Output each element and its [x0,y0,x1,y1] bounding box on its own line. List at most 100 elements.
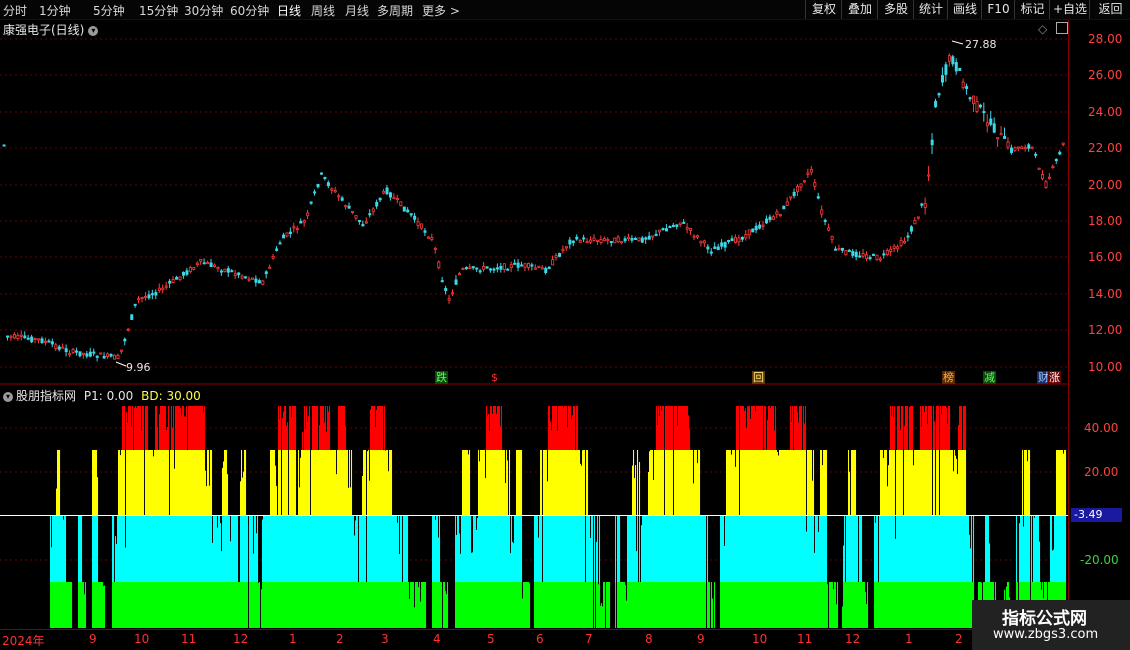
date-label: 5 [487,632,495,646]
signal-marker[interactable]: 跌 [435,371,448,384]
indicator-bar [822,465,824,515]
candle-body [771,216,775,220]
candlestick-series[interactable] [2,53,1065,362]
indicator-bar [584,515,586,582]
indicator-bar [707,582,709,628]
indicator-bar [1028,515,1030,582]
indicator-bar [237,515,239,582]
indicator-bar [918,582,920,628]
indicator-bar [486,450,488,515]
indicator-bar [373,450,375,515]
indicator-bar [138,582,140,628]
indicator-bar [989,543,991,582]
indicator-bar [501,582,503,628]
indicator-bar [768,582,770,628]
indicator-bar [381,406,383,450]
indicator-bar [843,582,845,628]
indicator-bar [344,515,346,582]
high-marker-line [951,40,964,45]
indicator-bar [188,406,190,450]
indicator-bar [446,594,448,628]
candle-body [368,213,372,216]
indicator-bar [549,406,551,450]
indicator-bar [779,515,781,582]
indicator-bar [474,515,476,582]
indicator-bar [958,515,960,582]
indicator-bar [823,582,825,628]
indicator-bar [671,450,673,515]
indicator-bar [161,450,163,515]
candle-body [175,276,179,280]
signal-marker[interactable]: $ [490,371,499,384]
indicator-bar [347,515,349,582]
indicator-bar [688,450,690,515]
indicator-bar [528,582,530,628]
indicator-bar [331,450,333,515]
indicator-bar [922,582,924,628]
indicator-bar [184,515,186,582]
indicator-bar [233,515,235,582]
indicator-bar [855,582,857,628]
indicator-bar [203,412,205,450]
indicator-bar [389,515,391,582]
candle-body [326,182,330,187]
indicator-bar [749,406,751,450]
signal-marker[interactable]: 减 [983,371,996,384]
indicator-bar [419,582,421,628]
indicator-bar [295,582,297,628]
indicator-bar [946,450,948,515]
indicator-bar [129,450,131,515]
indicator-bar [278,515,280,582]
indicator-bar [582,450,584,515]
indicator-bar [337,515,339,582]
candle-body [375,201,379,207]
indicator-bar [64,582,66,628]
indicator-bar [285,450,287,515]
indicator-bar [891,582,893,628]
indicator-bar [154,515,156,582]
indicator-bar [1038,515,1040,582]
indicator-bar [862,582,864,628]
indicator-bar [910,582,912,628]
candle-body [627,236,631,240]
indicator-bar [760,582,762,628]
indicator-histogram[interactable] [50,406,1067,628]
indicator-bar [151,582,153,628]
candle-body [865,254,869,259]
indicator-bar [854,515,856,582]
indicator-bar [342,515,344,582]
indicator-bar [245,582,247,628]
indicator-bar [937,515,939,582]
indicator-bar [572,582,574,628]
indicator-bar [155,450,157,515]
indicator-bar [283,411,285,450]
chevron-down-icon[interactable]: ▾ [3,392,13,402]
indicator-bar [948,450,950,515]
indicator-bar [790,515,792,582]
signal-marker[interactable]: 榜 [942,371,955,384]
indicator-bar [310,582,312,628]
indicator-bar [905,406,907,450]
signal-marker[interactable]: 涨 [1048,371,1061,384]
indicator-bar [406,515,408,582]
indicator-bar [503,515,505,582]
indicator-bar [801,582,803,628]
indicator-bar [880,582,882,628]
indicator-bar [134,407,136,450]
candle-body [199,259,203,262]
indicator-bar [340,450,342,515]
indicator-bar [369,480,371,515]
indicator-bar [795,515,797,582]
indicator-bar [434,515,436,582]
indicator-bar [894,406,896,450]
candle-body [951,56,955,65]
indicator-bar [386,515,388,582]
indicator-bar [156,450,158,515]
signal-marker[interactable]: 回 [752,371,765,384]
indicator-bar [345,425,347,450]
indicator-bar [829,582,831,628]
indicator-bar [885,515,887,582]
indicator-bar [202,450,204,515]
indicator-bar [824,515,826,582]
candle-body [792,191,796,196]
